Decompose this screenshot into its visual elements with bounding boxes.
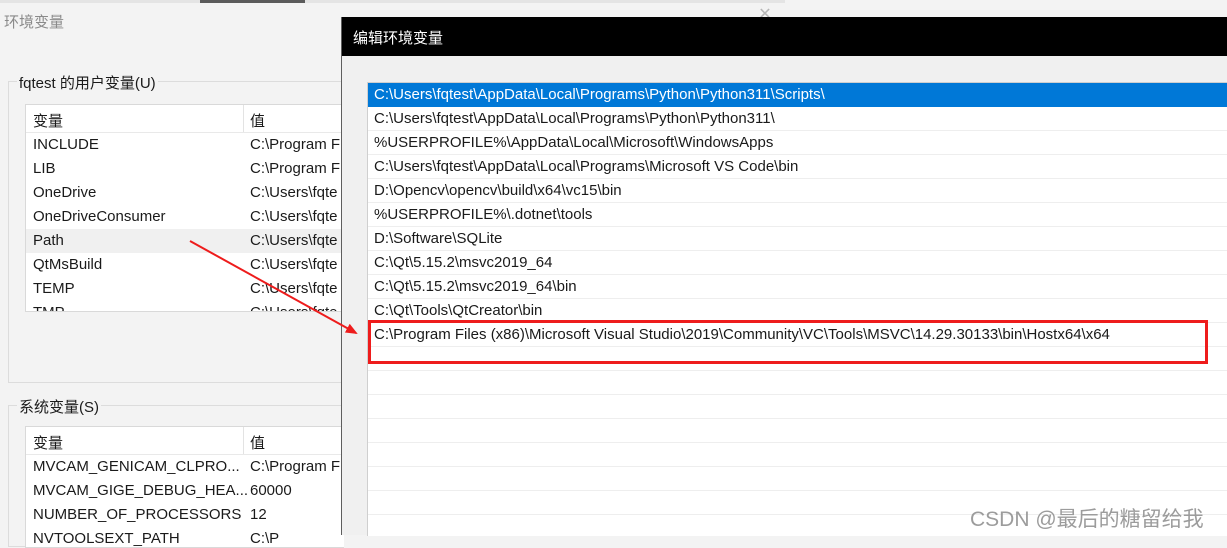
watermark: CSDN @最后的糖留给我 bbox=[970, 508, 1204, 531]
annotation-arrow bbox=[189, 240, 358, 334]
highlight-box bbox=[368, 320, 1208, 364]
